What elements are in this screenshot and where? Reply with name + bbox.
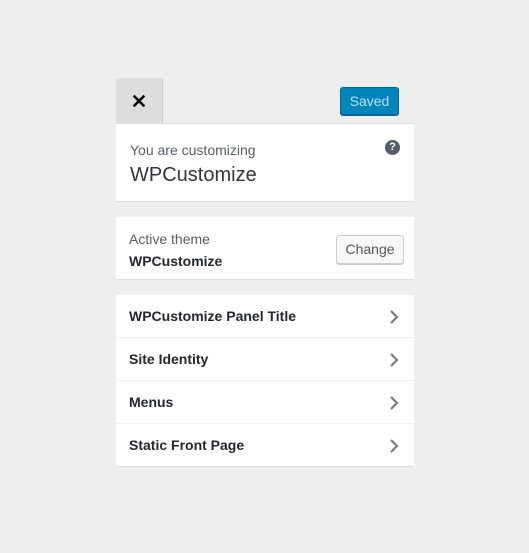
customizer-header: Saved <box>116 78 414 124</box>
section-item-panel-title[interactable]: WPCustomize Panel Title <box>116 295 414 338</box>
site-title: WPCustomize <box>130 164 257 186</box>
chevron-right-icon <box>390 396 399 410</box>
saved-button[interactable]: Saved <box>340 87 399 115</box>
chevron-right-icon <box>390 310 399 324</box>
section-item-label: Site Identity <box>129 351 209 367</box>
section-item-site-identity[interactable]: Site Identity <box>116 338 414 381</box>
question-icon[interactable]: ? <box>385 140 400 155</box>
section-item-static-front-page[interactable]: Static Front Page <box>116 424 414 467</box>
section-item-label: Menus <box>129 394 174 410</box>
customizing-info: You are customizing WPCustomize ? <box>116 124 414 202</box>
change-theme-button[interactable]: Change <box>336 235 404 264</box>
chevron-right-icon <box>390 439 399 453</box>
section-item-label: WPCustomize Panel Title <box>129 308 296 324</box>
section-item-menus[interactable]: Menus <box>116 381 414 424</box>
chevron-right-icon <box>390 353 399 367</box>
customizing-label: You are customizing <box>130 142 256 158</box>
section-item-label: Static Front Page <box>129 437 245 453</box>
customizer-sections: WPCustomize Panel Title Site Identity Me… <box>116 295 414 467</box>
customizer-panel: Saved You are customizing WPCustomize ? … <box>116 78 414 467</box>
close-button[interactable] <box>116 78 163 124</box>
active-theme-card: Active theme WPCustomize Change <box>116 217 414 280</box>
close-icon <box>133 95 145 107</box>
